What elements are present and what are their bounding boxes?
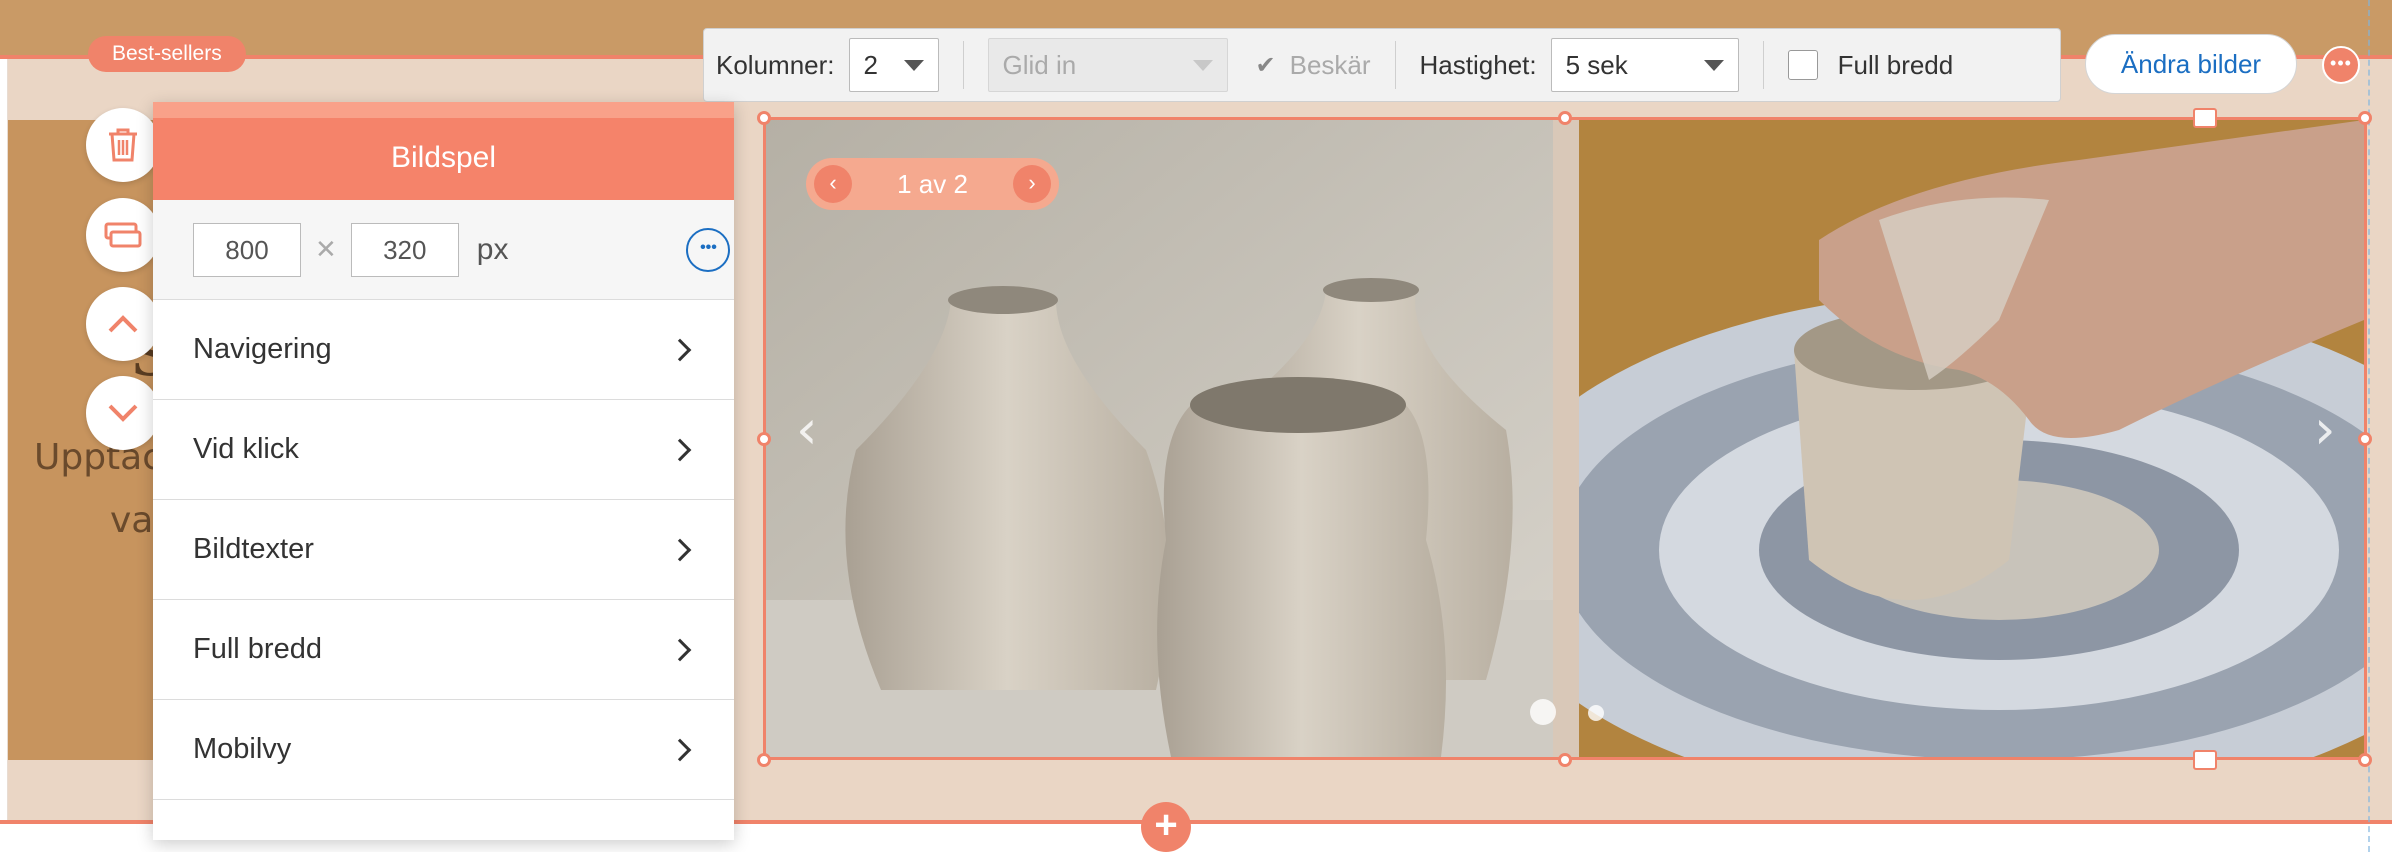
trash-icon xyxy=(109,128,137,162)
columns-select[interactable]: 2 xyxy=(848,38,939,92)
full-width-checkbox[interactable] xyxy=(1787,50,1818,80)
guide-line xyxy=(2368,0,2370,852)
duplicate-button[interactable] xyxy=(86,198,160,272)
columns-label: Kolumner: xyxy=(716,49,835,80)
full-width-label: Full bredd xyxy=(1837,49,1954,80)
panel-title: Bildspel xyxy=(153,102,734,200)
panel-item-label: Full bredd xyxy=(193,633,322,665)
chevron-right-icon xyxy=(668,538,692,561)
chevron-down-icon xyxy=(1703,59,1724,71)
plus-icon[interactable]: + xyxy=(1141,802,1191,852)
collapse-tab-top[interactable] xyxy=(2193,108,2217,128)
size-row: 800 ✕ 320 px ••• xyxy=(153,200,734,300)
slide-image-vases[interactable] xyxy=(766,120,1553,757)
more-icon[interactable]: ••• xyxy=(2322,46,2360,84)
panel-item-full-width[interactable]: Full bredd xyxy=(153,600,734,700)
resize-handle-middle-left[interactable] xyxy=(757,432,771,446)
toolbar-divider xyxy=(962,41,964,89)
more-icon[interactable]: ••• xyxy=(686,227,731,272)
chevron-right-icon xyxy=(668,738,692,761)
slideshow-settings-panel: Bildspel 800 ✕ 320 px ••• Navigering Vid… xyxy=(153,102,734,840)
panel-item-label: Bildtexter xyxy=(193,533,314,565)
duplicate-icon xyxy=(104,222,142,248)
resize-handle-bottom-right[interactable] xyxy=(2358,753,2372,767)
chevron-right-icon xyxy=(668,638,692,661)
check-icon: ✔ xyxy=(1255,51,1276,79)
chevron-up-icon xyxy=(108,315,138,333)
panel-item-on-click[interactable]: Vid klick xyxy=(153,400,734,500)
slideshow-toolbar: Kolumner: 2 Glid in ✔ Beskär Hastighet: … xyxy=(703,28,2061,102)
times-icon: ✕ xyxy=(315,234,337,264)
slide-image-pottery-wheel[interactable] xyxy=(1579,120,2364,757)
width-input[interactable]: 800 xyxy=(193,222,301,277)
unit-label: px xyxy=(476,232,509,266)
panel-item-mobile-view[interactable]: Mobilvy xyxy=(153,700,734,800)
slide-indicator-2[interactable] xyxy=(1588,705,1604,721)
resize-handle-middle-right[interactable] xyxy=(2358,432,2372,446)
resize-handle-bottom-left[interactable] xyxy=(757,753,771,767)
speed-value: 5 sek xyxy=(1565,49,1628,80)
speed-label: Hastighet: xyxy=(1419,49,1537,80)
chevron-down-icon xyxy=(903,59,924,71)
resize-handle-top-center[interactable] xyxy=(1558,111,1572,125)
panel-item-captions[interactable]: Bildtexter xyxy=(153,500,734,600)
slide-counter-text: 1 av 2 xyxy=(897,168,968,199)
prev-slide-icon[interactable]: ‹ xyxy=(796,398,818,461)
chevron-right-icon xyxy=(668,338,692,361)
panel-item-label: Vid klick xyxy=(193,433,299,465)
columns-value: 2 xyxy=(863,49,878,80)
chevron-right-icon[interactable]: › xyxy=(1012,165,1051,203)
crop-toggle[interactable]: Beskär xyxy=(1290,50,1371,81)
speed-select[interactable]: 5 sek xyxy=(1550,38,1739,92)
pottery-wheel-photo xyxy=(1579,120,2364,757)
toolbar-divider xyxy=(1762,41,1764,89)
panel-item-label: Mobilvy xyxy=(193,733,292,765)
chevron-right-icon xyxy=(668,438,692,461)
vases-photo xyxy=(766,120,1553,757)
slide-indicator-1[interactable] xyxy=(1530,699,1556,725)
resize-handle-top-right[interactable] xyxy=(2358,111,2372,125)
move-up-button[interactable] xyxy=(86,287,160,361)
toolbar-divider xyxy=(1394,41,1396,89)
change-images-button[interactable]: Ändra bilder xyxy=(2085,34,2297,94)
panel-item-label: Navigering xyxy=(193,333,332,365)
move-down-button[interactable] xyxy=(86,376,160,450)
resize-handle-bottom-center[interactable] xyxy=(1558,753,1572,767)
chevron-down-icon xyxy=(1192,59,1213,71)
height-input[interactable]: 320 xyxy=(350,222,459,277)
collapse-tab-bottom[interactable] xyxy=(2193,750,2217,770)
resize-handle-top-left[interactable] xyxy=(757,111,771,125)
transition-select[interactable]: Glid in xyxy=(987,38,1228,92)
slide-counter: ‹ 1 av 2 › xyxy=(806,158,1059,210)
delete-button[interactable] xyxy=(86,108,160,182)
next-slide-icon[interactable]: › xyxy=(2314,398,2336,461)
transition-value: Glid in xyxy=(1002,49,1077,80)
panel-item-navigation[interactable]: Navigering xyxy=(153,300,734,400)
slideshow[interactable]: ‹ › xyxy=(763,117,2367,760)
section-badge[interactable]: Best-sellers xyxy=(88,36,246,72)
left-edge xyxy=(0,59,8,821)
chevron-left-icon[interactable]: ‹ xyxy=(814,165,852,203)
chevron-down-icon xyxy=(108,404,138,422)
